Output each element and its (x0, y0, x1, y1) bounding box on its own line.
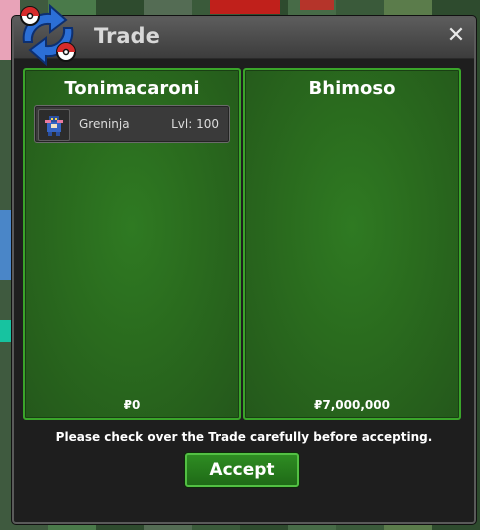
close-icon[interactable]: ✕ (444, 24, 468, 48)
item-name: Greninja (79, 117, 130, 131)
item-level: Lvl: 100 (171, 117, 219, 131)
trade-notice: Please check over the Trade carefully be… (55, 430, 433, 444)
trade-window: Trade ✕ Tonimacaroni Greninja Lvl: 100 ₽… (12, 3, 476, 524)
map-tile (300, 0, 334, 10)
window-title: Trade (94, 24, 160, 48)
trader-name: Tonimacaroni (64, 78, 200, 99)
accept-button[interactable]: Accept (185, 453, 299, 487)
map-tile (210, 0, 280, 14)
money-offer: ₽7,000,000 (314, 398, 390, 412)
trader-panel-right: Bhimoso ₽7,000,000 (243, 68, 461, 420)
trader-panel-left: Tonimacaroni Greninja Lvl: 100 ₽0 (23, 68, 241, 420)
greninja-sprite-icon (38, 109, 70, 141)
trader-name: Bhimoso (308, 78, 396, 99)
trade-logo-icon (20, 3, 76, 67)
money-offer: ₽0 (123, 398, 141, 412)
trade-item-slot[interactable]: Greninja Lvl: 100 (34, 105, 230, 143)
